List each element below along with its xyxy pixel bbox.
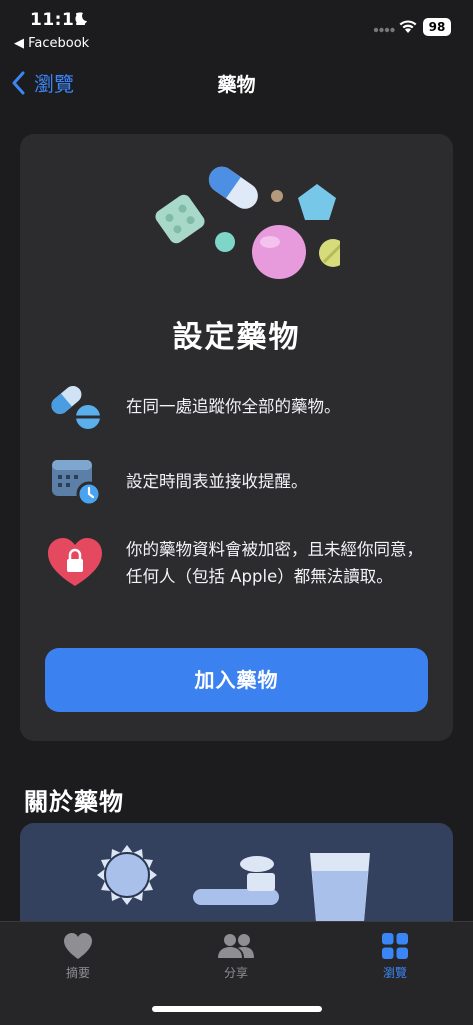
toothbrush-icon bbox=[193, 856, 279, 905]
page-title: 藥物 bbox=[217, 74, 256, 96]
tab-label: 瀏覽 bbox=[382, 966, 407, 980]
signal-icon bbox=[373, 27, 395, 33]
battery-indicator: 98 bbox=[423, 18, 451, 36]
status-bar: 11:11 ◀ Facebook 98 bbox=[0, 0, 473, 60]
feature-text: 在同一處追蹤你全部的藥物。 bbox=[126, 396, 341, 416]
card-title: 設定藥物 bbox=[172, 320, 301, 355]
feature-text: 你的藥物資料會被加密，且未經你同意，任何人（包括 Apple）都無法讀取。 bbox=[126, 540, 423, 586]
medications-illustration bbox=[155, 166, 340, 279]
tab-browse[interactable]: 瀏覽 bbox=[345, 932, 445, 981]
tab-label: 摘要 bbox=[65, 966, 90, 980]
home-indicator[interactable] bbox=[152, 1006, 322, 1012]
heart-lock-icon bbox=[48, 538, 102, 586]
setup-medications-card: 設定藥物 在同一處追蹤你全部的藥物。 設定時間表並接收提醒。 你的藥物資料會被加… bbox=[20, 134, 453, 741]
feature-privacy: 你的藥物資料會被加密，且未經你同意，任何人（包括 Apple）都無法讀取。 bbox=[46, 534, 436, 592]
back-to-app-link[interactable]: ◀ Facebook bbox=[14, 36, 89, 51]
tab-summary[interactable]: 摘要 bbox=[28, 932, 128, 981]
moon-icon bbox=[75, 12, 87, 25]
pill-icon bbox=[51, 386, 100, 429]
people-icon bbox=[218, 934, 254, 958]
wifi-icon bbox=[399, 20, 417, 33]
tab-sharing[interactable]: 分享 bbox=[186, 932, 286, 981]
about-section-title: 關於藥物 bbox=[24, 788, 124, 816]
tab-label: 分享 bbox=[223, 966, 248, 980]
feature-track-all: 在同一處追蹤你全部的藥物。 bbox=[46, 377, 436, 435]
feature-schedule: 設定時間表並接收提醒。 bbox=[46, 452, 436, 510]
grid-icon bbox=[382, 933, 408, 959]
add-medication-button[interactable]: 加入藥物 bbox=[45, 648, 428, 712]
heart-icon bbox=[64, 933, 92, 959]
navigation-bar: 瀏覽 藥物 bbox=[0, 62, 473, 106]
sun-icon bbox=[97, 845, 157, 905]
calendar-clock-icon bbox=[52, 460, 102, 507]
feature-text: 設定時間表並接收提醒。 bbox=[126, 471, 308, 491]
